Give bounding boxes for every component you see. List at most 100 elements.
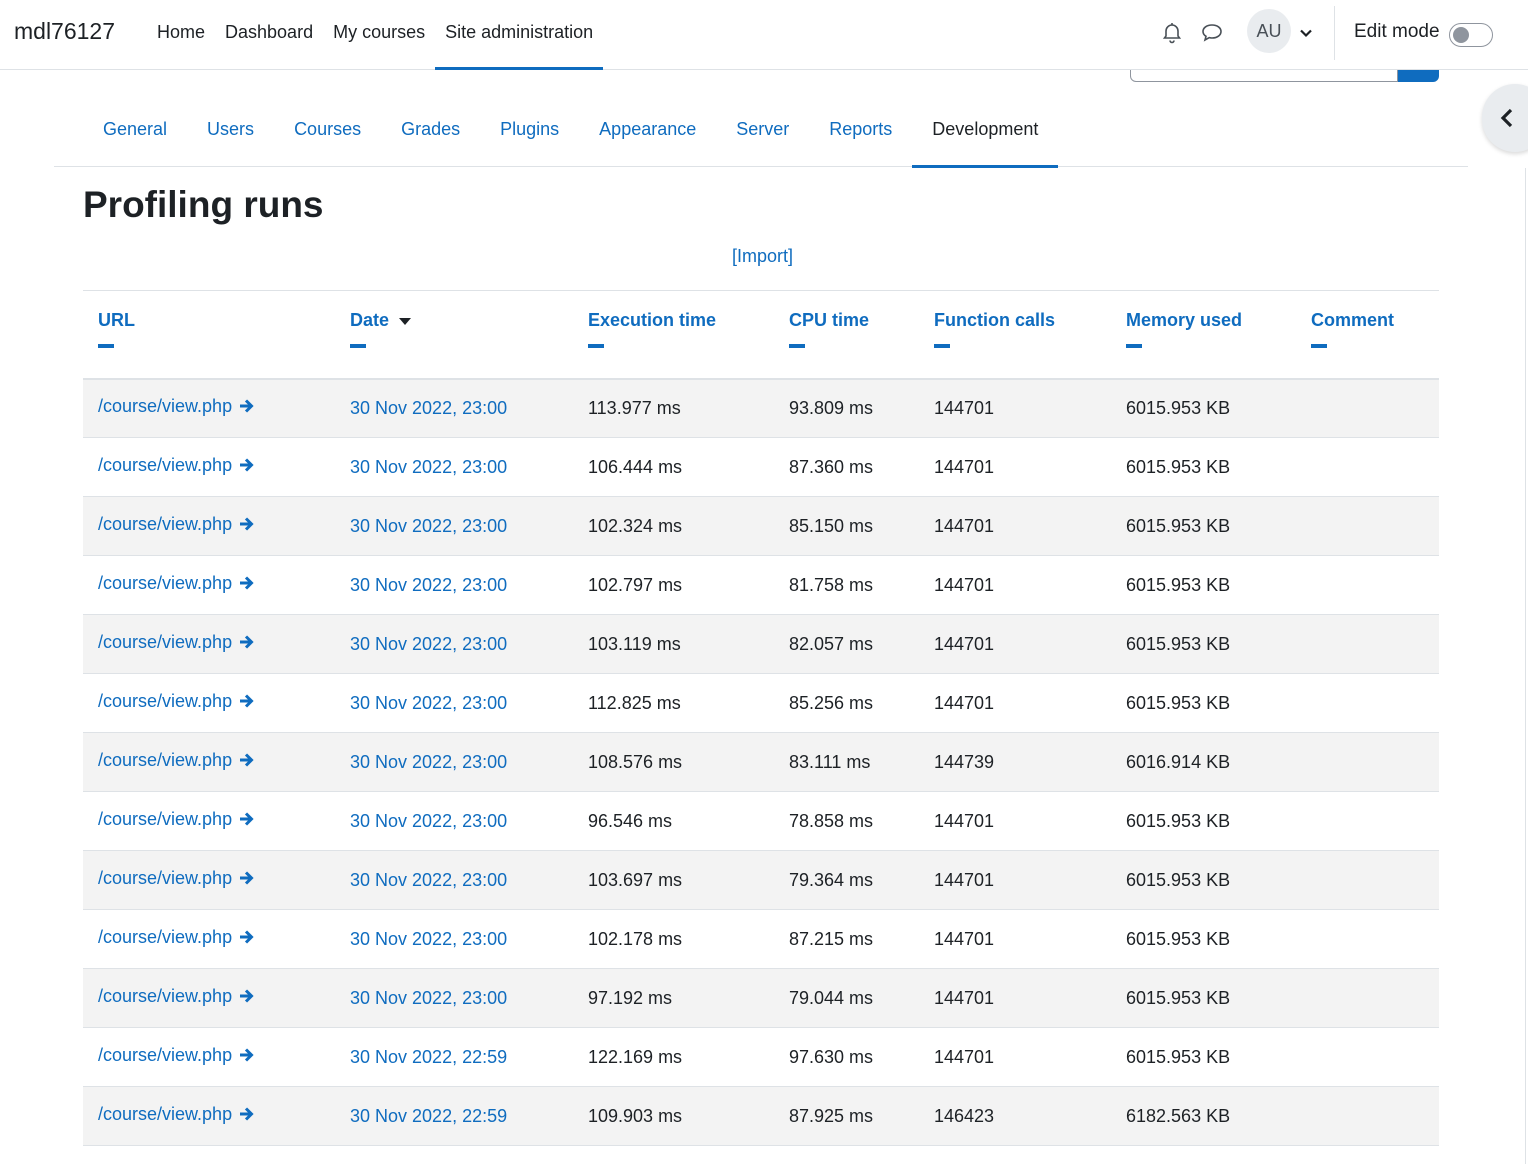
collapse-column-icon[interactable] [588,344,604,348]
profiling-runs-table: URL Date Execution time CPU time Functio… [83,290,1439,1146]
cell-memory-used: 6015.953 KB [1111,555,1296,615]
cell-execution-time: 102.797 ms [573,555,774,615]
cell-execution-time: 97.192 ms [573,968,774,1028]
run-date-link[interactable]: 30 Nov 2022, 23:00 [350,811,507,831]
cell-date: 30 Nov 2022, 23:00 [335,496,573,556]
nav-dashboard[interactable]: Dashboard [215,0,323,70]
run-url-link[interactable]: /course/view.php [98,750,256,770]
bell-icon[interactable] [1160,20,1184,44]
cell-cpu-time: 85.150 ms [774,496,919,556]
arrow-right-icon [238,869,256,892]
run-url-link[interactable]: /course/view.php [98,514,256,534]
column-label: Comment [1311,310,1395,330]
run-url-link[interactable]: /course/view.php [98,927,256,947]
run-date-link[interactable]: 30 Nov 2022, 23:00 [350,752,507,772]
nav-site-administration[interactable]: Site administration [435,0,604,70]
primary-navigation: Home Dashboard My courses Site administr… [147,0,604,70]
cell-function-calls: 144701 [919,614,1111,674]
tab-grades[interactable]: Grades [381,90,480,167]
run-date-link[interactable]: 30 Nov 2022, 23:00 [350,693,507,713]
run-url-link[interactable]: /course/view.php [98,573,256,593]
table-row: /course/view.php 30 Nov 2022, 23:00 108.57… [83,732,1439,792]
run-url-link[interactable]: /course/view.php [98,632,256,652]
chevron-down-icon[interactable] [1299,24,1313,38]
run-url-link[interactable]: /course/view.php [98,691,256,711]
collapse-column-icon[interactable] [1311,344,1327,348]
run-date-link[interactable]: 30 Nov 2022, 23:00 [350,398,507,418]
cell-cpu-time: 79.364 ms [774,850,919,910]
tab-courses[interactable]: Courses [274,90,381,167]
nav-my-courses[interactable]: My courses [323,0,435,70]
cell-url: /course/view.php [83,673,335,733]
run-url-link[interactable]: /course/view.php [98,1104,256,1124]
collapse-column-icon[interactable] [934,344,950,348]
run-date-link[interactable]: 30 Nov 2022, 23:00 [350,575,507,595]
run-date-link[interactable]: 30 Nov 2022, 23:00 [350,870,507,890]
tab-reports[interactable]: Reports [809,90,912,167]
open-block-drawer-button[interactable] [1482,84,1528,152]
cell-function-calls: 146423 [919,1086,1111,1146]
tab-general[interactable]: General [83,90,187,167]
cell-url: /course/view.php [83,909,335,969]
cell-execution-time: 112.825 ms [573,673,774,733]
arrow-right-icon [238,810,256,833]
column-header-cpu-time[interactable]: CPU time [774,290,919,380]
edit-mode-toggle[interactable] [1449,23,1493,47]
cell-date: 30 Nov 2022, 23:00 [335,378,573,438]
cell-memory-used: 6015.953 KB [1111,850,1296,910]
navbar-divider [1334,6,1335,60]
run-url-link[interactable]: /course/view.php [98,809,256,829]
tab-server[interactable]: Server [716,90,809,167]
column-label: Function calls [934,310,1056,330]
import-link[interactable]: [Import] [732,246,793,267]
tab-plugins[interactable]: Plugins [480,90,579,167]
cell-comment [1296,1086,1439,1146]
run-url-link[interactable]: /course/view.php [98,455,256,475]
arrow-right-icon [238,456,256,479]
table-row: /course/view.php 30 Nov 2022, 23:00 102.79… [83,555,1439,615]
cell-execution-time: 108.576 ms [573,732,774,792]
cell-date: 30 Nov 2022, 23:00 [335,437,573,497]
tab-appearance[interactable]: Appearance [579,90,716,167]
cell-url: /course/view.php [83,732,335,792]
collapse-column-icon[interactable] [98,344,114,348]
user-avatar[interactable]: AU [1247,9,1291,53]
column-header-comment[interactable]: Comment [1296,290,1439,380]
site-brand[interactable]: mdl76127 [14,18,115,45]
run-url-link[interactable]: /course/view.php [98,1045,256,1065]
column-header-url[interactable]: URL [83,290,335,380]
cell-function-calls: 144701 [919,673,1111,733]
cell-date: 30 Nov 2022, 23:00 [335,614,573,674]
nav-home[interactable]: Home [147,0,215,70]
cell-date: 30 Nov 2022, 23:00 [335,791,573,851]
chat-bubble-icon[interactable] [1200,20,1224,44]
admin-tabs: General Users Courses Grades Plugins App… [54,90,1468,168]
run-date-link[interactable]: 30 Nov 2022, 23:00 [350,988,507,1008]
top-navbar: mdl76127 Home Dashboard My courses Site … [0,0,1528,70]
arrow-right-icon [238,1046,256,1069]
cell-memory-used: 6015.953 KB [1111,909,1296,969]
run-date-link[interactable]: 30 Nov 2022, 23:00 [350,929,507,949]
table-row: /course/view.php 30 Nov 2022, 23:00 102.32… [83,496,1439,556]
column-header-execution-time[interactable]: Execution time [573,290,774,380]
run-url-link[interactable]: /course/view.php [98,396,256,416]
column-header-function-calls[interactable]: Function calls [919,290,1111,380]
run-date-link[interactable]: 30 Nov 2022, 22:59 [350,1106,507,1126]
cell-comment [1296,496,1439,556]
run-date-link[interactable]: 30 Nov 2022, 23:00 [350,634,507,654]
collapse-column-icon[interactable] [789,344,805,348]
column-header-date[interactable]: Date [335,290,573,380]
column-header-memory-used[interactable]: Memory used [1111,290,1296,380]
collapse-column-icon[interactable] [350,344,366,348]
run-url-text: /course/view.php [98,986,233,1006]
cell-date: 30 Nov 2022, 23:00 [335,968,573,1028]
run-date-link[interactable]: 30 Nov 2022, 23:00 [350,457,507,477]
collapse-column-icon[interactable] [1126,344,1142,348]
cell-cpu-time: 85.256 ms [774,673,919,733]
tab-development[interactable]: Development [912,90,1059,168]
run-url-link[interactable]: /course/view.php [98,986,256,1006]
tab-users[interactable]: Users [187,90,274,167]
run-date-link[interactable]: 30 Nov 2022, 22:59 [350,1047,507,1067]
run-url-link[interactable]: /course/view.php [98,868,256,888]
run-date-link[interactable]: 30 Nov 2022, 23:00 [350,516,507,536]
